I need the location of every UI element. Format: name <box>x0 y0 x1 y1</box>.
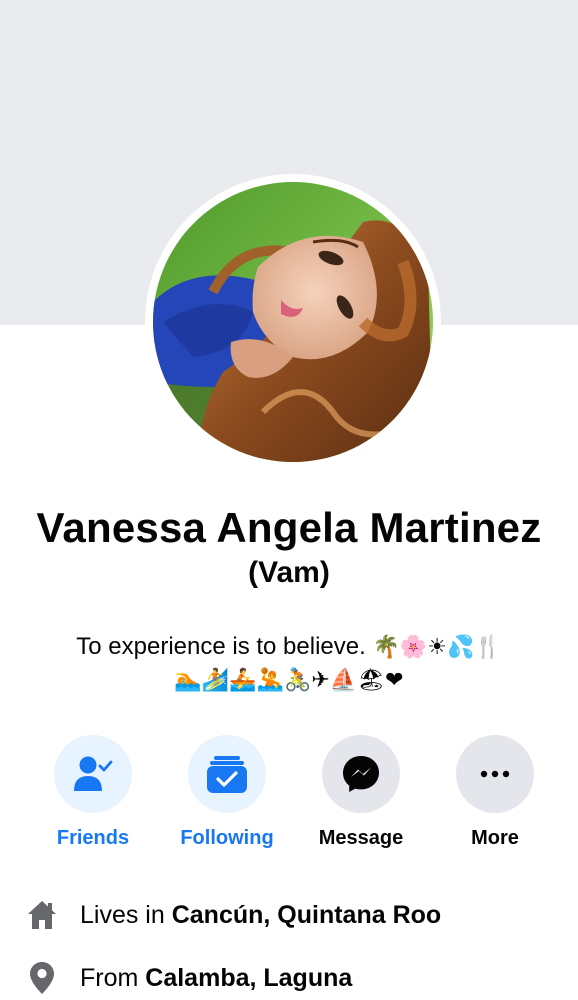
home-icon <box>26 898 58 932</box>
lives-in-place[interactable]: Cancún, Quintana Roo <box>172 901 441 929</box>
friends-button-circle[interactable] <box>54 735 132 813</box>
lives-in-prefix: Lives in <box>80 900 172 929</box>
info-lives-in: Lives in Cancún, Quintana Roo <box>26 895 566 935</box>
following-button[interactable]: Following <box>160 735 294 850</box>
profile-photo-image <box>153 182 433 462</box>
following-check-icon <box>207 756 247 793</box>
friends-check-icon <box>74 756 113 791</box>
more-button[interactable]: More <box>428 735 562 850</box>
bio-emoji-row-1: 🌴🌸☀💦🍴 <box>372 635 502 660</box>
profile-name: Vanessa Angela Martinez <box>36 504 542 551</box>
profile-nickname: (Vam) <box>248 556 330 589</box>
friends-label: Friends <box>56 827 130 849</box>
following-button-circle[interactable] <box>188 735 266 813</box>
message-label: Message <box>318 827 404 849</box>
from-place[interactable]: Calamba, Laguna <box>145 964 352 992</box>
more-label: More <box>471 827 519 849</box>
messenger-icon <box>343 756 379 792</box>
from-text: From Calamba, Laguna <box>80 964 352 993</box>
profile-bio: To experience is to believe. 🌴🌸☀💦🍴 🏊🏄🚣🤽🚴… <box>30 630 548 697</box>
profile-actions-bar: Friends Following Message More <box>0 735 578 855</box>
message-button-circle[interactable] <box>322 735 400 813</box>
following-label: Following <box>180 827 274 849</box>
friends-button[interactable]: Friends <box>26 735 160 850</box>
more-dots-icon <box>480 770 510 778</box>
location-pin-icon <box>26 961 58 995</box>
profile-picture[interactable] <box>153 182 433 462</box>
info-from: From Calamba, Laguna <box>26 958 566 998</box>
bio-emoji-row-2: 🏊🏄🚣🤽🚴✈⛵🏖❤ <box>174 668 404 693</box>
message-button[interactable]: Message <box>294 735 428 850</box>
from-prefix: From <box>80 963 146 992</box>
lives-in-text: Lives in Cancún, Quintana Roo <box>80 901 441 930</box>
bio-line-1: To experience is to believe. 🌴🌸☀💦🍴 <box>30 630 548 664</box>
more-button-circle[interactable] <box>456 735 534 813</box>
bio-text: To experience is to believe. <box>76 633 366 660</box>
